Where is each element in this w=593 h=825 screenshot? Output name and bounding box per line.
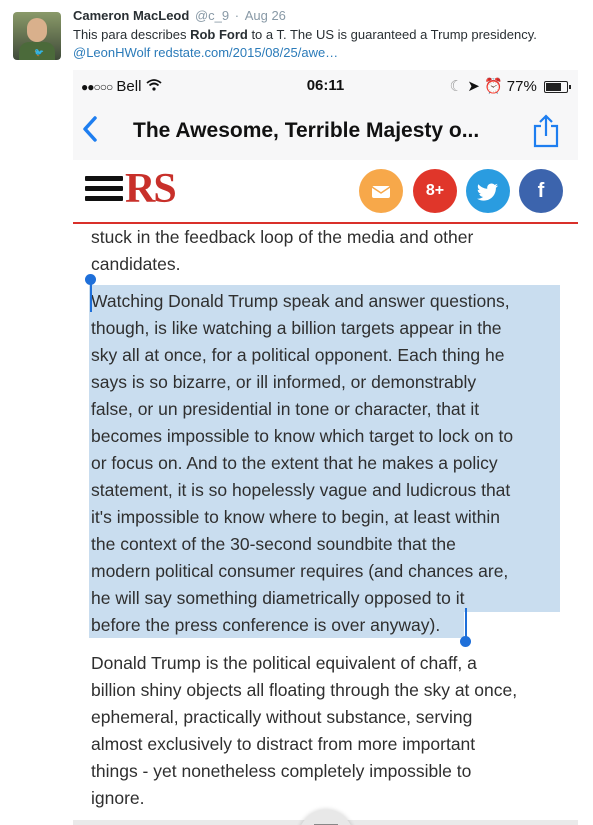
paragraph-2-selected[interactable]: Watching Donald Trump speak and answer q…: [91, 288, 513, 639]
tweet-text: This para describes Rob Ford to a T. The…: [73, 26, 573, 62]
text-line: statement, it is so hopelessly vague and…: [91, 480, 511, 500]
text-line: ephemeral, practically without substance…: [91, 707, 473, 727]
text-line: before the press conference is over anyw…: [91, 615, 441, 635]
tweet-author-handle[interactable]: @c_9: [195, 8, 229, 23]
selection-end-handle[interactable]: [460, 636, 471, 647]
browser-navbar: The Awesome, Terrible Majesty o...: [73, 102, 578, 161]
text-line: candidates.: [91, 254, 181, 274]
text-line: he will say something diametrically oppo…: [91, 588, 465, 608]
text-line: Watching Donald Trump speak and answer q…: [91, 291, 510, 311]
phone-screenshot: ●●○○○ Bell 06:11 ☾ ➤ ⏰ 77% The Awesome, …: [73, 70, 578, 825]
text-line: modern political consumer requires (and …: [91, 561, 509, 581]
tweet-separator: ·: [234, 8, 240, 23]
tweet-header: Cameron MacLeod @c_9 · Aug 26: [73, 8, 286, 23]
tweet-author-name[interactable]: Cameron MacLeod: [73, 8, 189, 23]
user-avatar[interactable]: 🐦: [13, 12, 61, 60]
paragraph-1: stuck in the feedback loop of the media …: [91, 224, 473, 278]
text-line: ignore.: [91, 788, 145, 808]
tweet-mention-link[interactable]: @LeonHWolf: [73, 45, 150, 60]
text-line: stuck in the feedback loop of the media …: [91, 227, 474, 247]
tweet-text-pre: This para describes: [73, 27, 191, 42]
google-plus-share-icon[interactable]: 8+: [413, 169, 457, 213]
page-title: The Awesome, Terrible Majesty o...: [133, 119, 480, 142]
back-button[interactable]: [81, 114, 99, 152]
tweet-url-link[interactable]: redstate.com/2015/08/25/awe…: [154, 45, 338, 60]
selection-start-caret: [90, 282, 92, 312]
text-line: or focus on. And to the extent that he m…: [91, 453, 498, 473]
tweet-text-mid: to a T. The US is guaranteed a Trump pre…: [247, 27, 537, 42]
text-line: becomes impossible to know which target …: [91, 426, 514, 446]
selection-end-caret: [465, 608, 467, 638]
text-line: says is so bizarre, or ill informed, or …: [91, 372, 477, 392]
text-line: false, or un presidential in tone or cha…: [91, 399, 480, 419]
facebook-share-icon[interactable]: f: [519, 169, 563, 213]
text-line: almost exclusively to distract from more…: [91, 734, 476, 754]
text-line: though, is like watching a billion targe…: [91, 318, 502, 338]
battery-icon: [544, 81, 571, 94]
tweet-text-bold: Rob Ford: [190, 27, 248, 42]
share-button[interactable]: [532, 114, 560, 153]
tweet-date[interactable]: Aug 26: [245, 8, 286, 23]
battery-percent: 77%: [506, 78, 537, 95]
text-line: billion shiny objects all floating throu…: [91, 680, 518, 700]
text-line: things - yet nonetheless completely impo…: [91, 761, 472, 781]
twitter-share-icon[interactable]: [466, 169, 510, 213]
article-body: stuck in the feedback loop of the media …: [73, 222, 578, 825]
text-line: Donald Trump is the political equivalent…: [91, 653, 477, 673]
menu-icon[interactable]: [85, 176, 123, 204]
email-share-icon[interactable]: [359, 169, 403, 213]
moon-icon: ☾: [449, 78, 464, 95]
status-bar: ●●○○○ Bell 06:11 ☾ ➤ ⏰ 77%: [73, 70, 578, 102]
site-header: RS 8+ f: [73, 160, 578, 224]
text-line: the context of the 30-second soundbite t…: [91, 534, 456, 554]
text-line: it's impossible to know where to begin, …: [91, 507, 500, 527]
paragraph-3: Donald Trump is the political equivalent…: [91, 650, 517, 812]
location-icon: ➤: [467, 78, 480, 95]
text-line: sky all at once, for a political opponen…: [91, 345, 505, 365]
site-logo[interactable]: RS: [125, 165, 177, 213]
alarm-icon: ⏰: [483, 78, 503, 95]
